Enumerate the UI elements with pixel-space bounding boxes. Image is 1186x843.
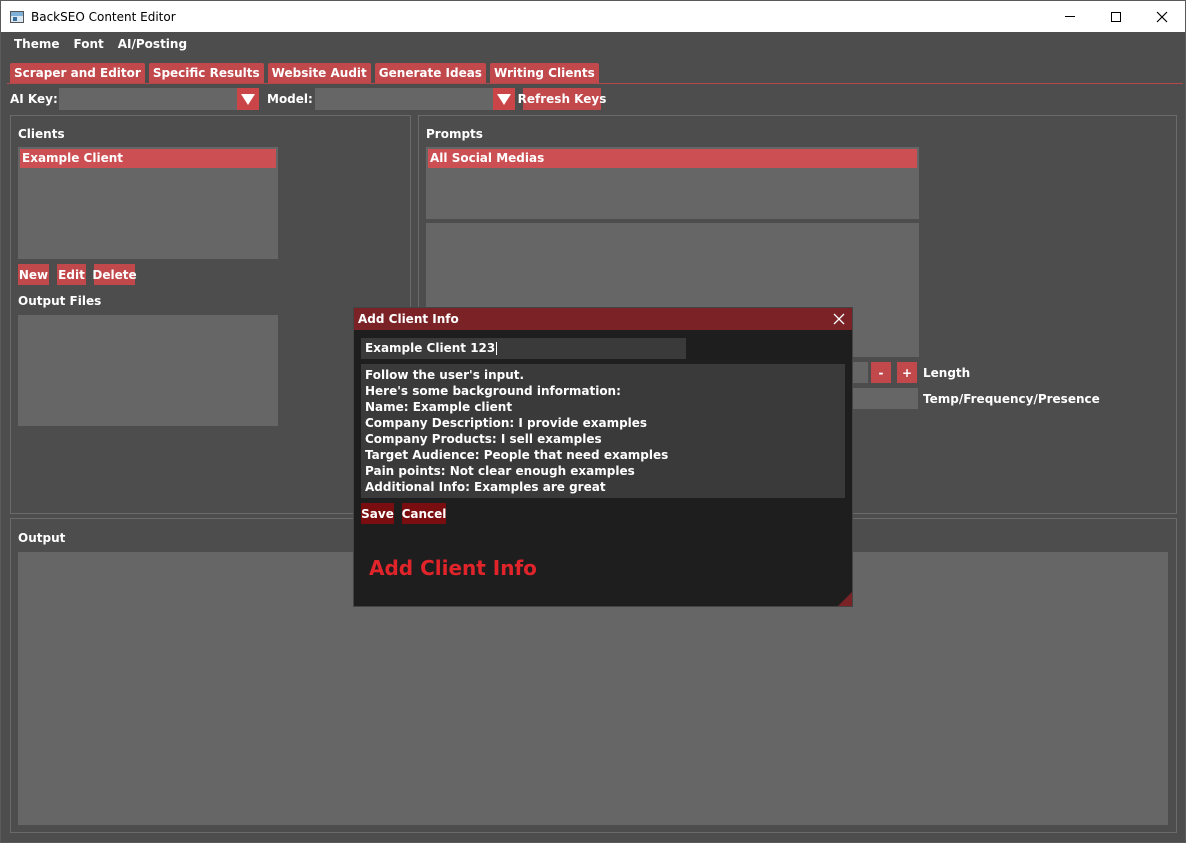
refresh-keys-button[interactable]: Refresh Keys — [518, 88, 606, 110]
client-info-line: Name: Example client — [365, 400, 513, 414]
app-icon — [10, 10, 24, 23]
window-controls — [1047, 1, 1185, 32]
clients-title: Clients — [18, 127, 65, 141]
model-dropdown-button[interactable] — [493, 88, 515, 110]
prompts-list[interactable]: All Social Medias — [426, 147, 919, 219]
ai-key-label: AI Key: — [10, 92, 58, 106]
client-info-line: Company Description: I provide examples — [365, 416, 648, 430]
resize-grip[interactable] — [838, 592, 852, 606]
menu-theme[interactable]: Theme — [7, 37, 67, 51]
add-client-dialog: Add Client Info Example Client 123 Follo… — [353, 307, 853, 607]
tab-bar: Scraper and Editor Specific Results Webs… — [10, 63, 599, 83]
length-label: Length — [923, 366, 971, 380]
length-increase-button[interactable]: + — [897, 362, 917, 383]
output-files-list[interactable] — [18, 315, 278, 426]
clients-list[interactable]: Example Client — [18, 147, 278, 259]
dialog-heading: Add Client Info — [369, 556, 537, 580]
save-button[interactable]: Save — [361, 503, 394, 524]
maximize-button[interactable] — [1093, 1, 1139, 32]
client-name-input[interactable]: Example Client 123 — [361, 338, 686, 359]
dialog-title: Add Client Info — [358, 312, 459, 326]
cancel-button[interactable]: Cancel — [402, 503, 446, 524]
dialog-title-bar[interactable]: Add Client Info — [354, 308, 852, 330]
window-title: BackSEO Content Editor — [31, 9, 176, 24]
length-decrease-button[interactable]: - — [871, 362, 891, 383]
tab-generate-ideas[interactable]: Generate Ideas — [374, 63, 486, 83]
output-files-title: Output Files — [18, 294, 102, 308]
edit-client-button[interactable]: Edit — [57, 264, 86, 285]
minimize-button[interactable] — [1047, 1, 1093, 32]
temp-field[interactable] — [851, 388, 918, 409]
close-window-button[interactable] — [1139, 1, 1185, 32]
chevron-down-icon — [241, 93, 255, 105]
model-select[interactable] — [315, 88, 515, 110]
app-window: BackSEO Content Editor Theme Font AI/Pos… — [0, 0, 1186, 843]
menu-bar: Theme Font AI/Posting — [1, 32, 1185, 55]
new-client-button[interactable]: New — [18, 264, 49, 285]
close-icon — [833, 313, 845, 325]
ai-key-select[interactable] — [59, 88, 259, 110]
text-cursor — [496, 342, 498, 355]
client-name-value: Example Client 123 — [365, 341, 496, 355]
tab-scraper-and-editor[interactable]: Scraper and Editor — [10, 63, 145, 83]
tab-website-audit[interactable]: Website Audit — [267, 63, 371, 83]
list-item[interactable]: All Social Medias — [428, 149, 917, 168]
tab-divider — [7, 83, 1183, 84]
model-label: Model: — [267, 92, 313, 106]
dialog-close-button[interactable] — [830, 310, 848, 328]
chevron-down-icon — [497, 93, 511, 105]
client-info-line: Company Products: I sell examples — [365, 432, 602, 446]
minimize-icon — [1065, 16, 1075, 17]
list-item[interactable]: Example Client — [20, 149, 276, 168]
menu-ai-posting[interactable]: AI/Posting — [111, 37, 194, 51]
delete-client-button[interactable]: Delete — [92, 264, 137, 285]
client-info-line: Pain points: Not clear enough examples — [365, 464, 635, 478]
temp-label: Temp/Frequency/Presence — [923, 392, 1100, 406]
tab-specific-results[interactable]: Specific Results — [148, 63, 264, 83]
maximize-icon — [1111, 11, 1121, 22]
tab-writing-clients[interactable]: Writing Clients — [489, 63, 599, 83]
client-info-textarea[interactable]: Follow the user's input. Here's some bac… — [361, 364, 845, 498]
ai-key-dropdown-button[interactable] — [237, 88, 259, 110]
client-info-line: Here's some background information: — [365, 384, 621, 398]
output-title: Output — [18, 531, 66, 545]
client-info-line: Target Audience: People that need exampl… — [365, 448, 669, 462]
length-field[interactable] — [851, 362, 868, 383]
prompts-title: Prompts — [426, 127, 483, 141]
title-bar[interactable]: BackSEO Content Editor — [1, 1, 1185, 32]
menu-font[interactable]: Font — [67, 37, 111, 51]
client-info-line: Follow the user's input. — [365, 368, 525, 382]
close-icon — [1156, 11, 1168, 22]
client-info-line: Additional Info: Examples are great — [365, 480, 606, 494]
